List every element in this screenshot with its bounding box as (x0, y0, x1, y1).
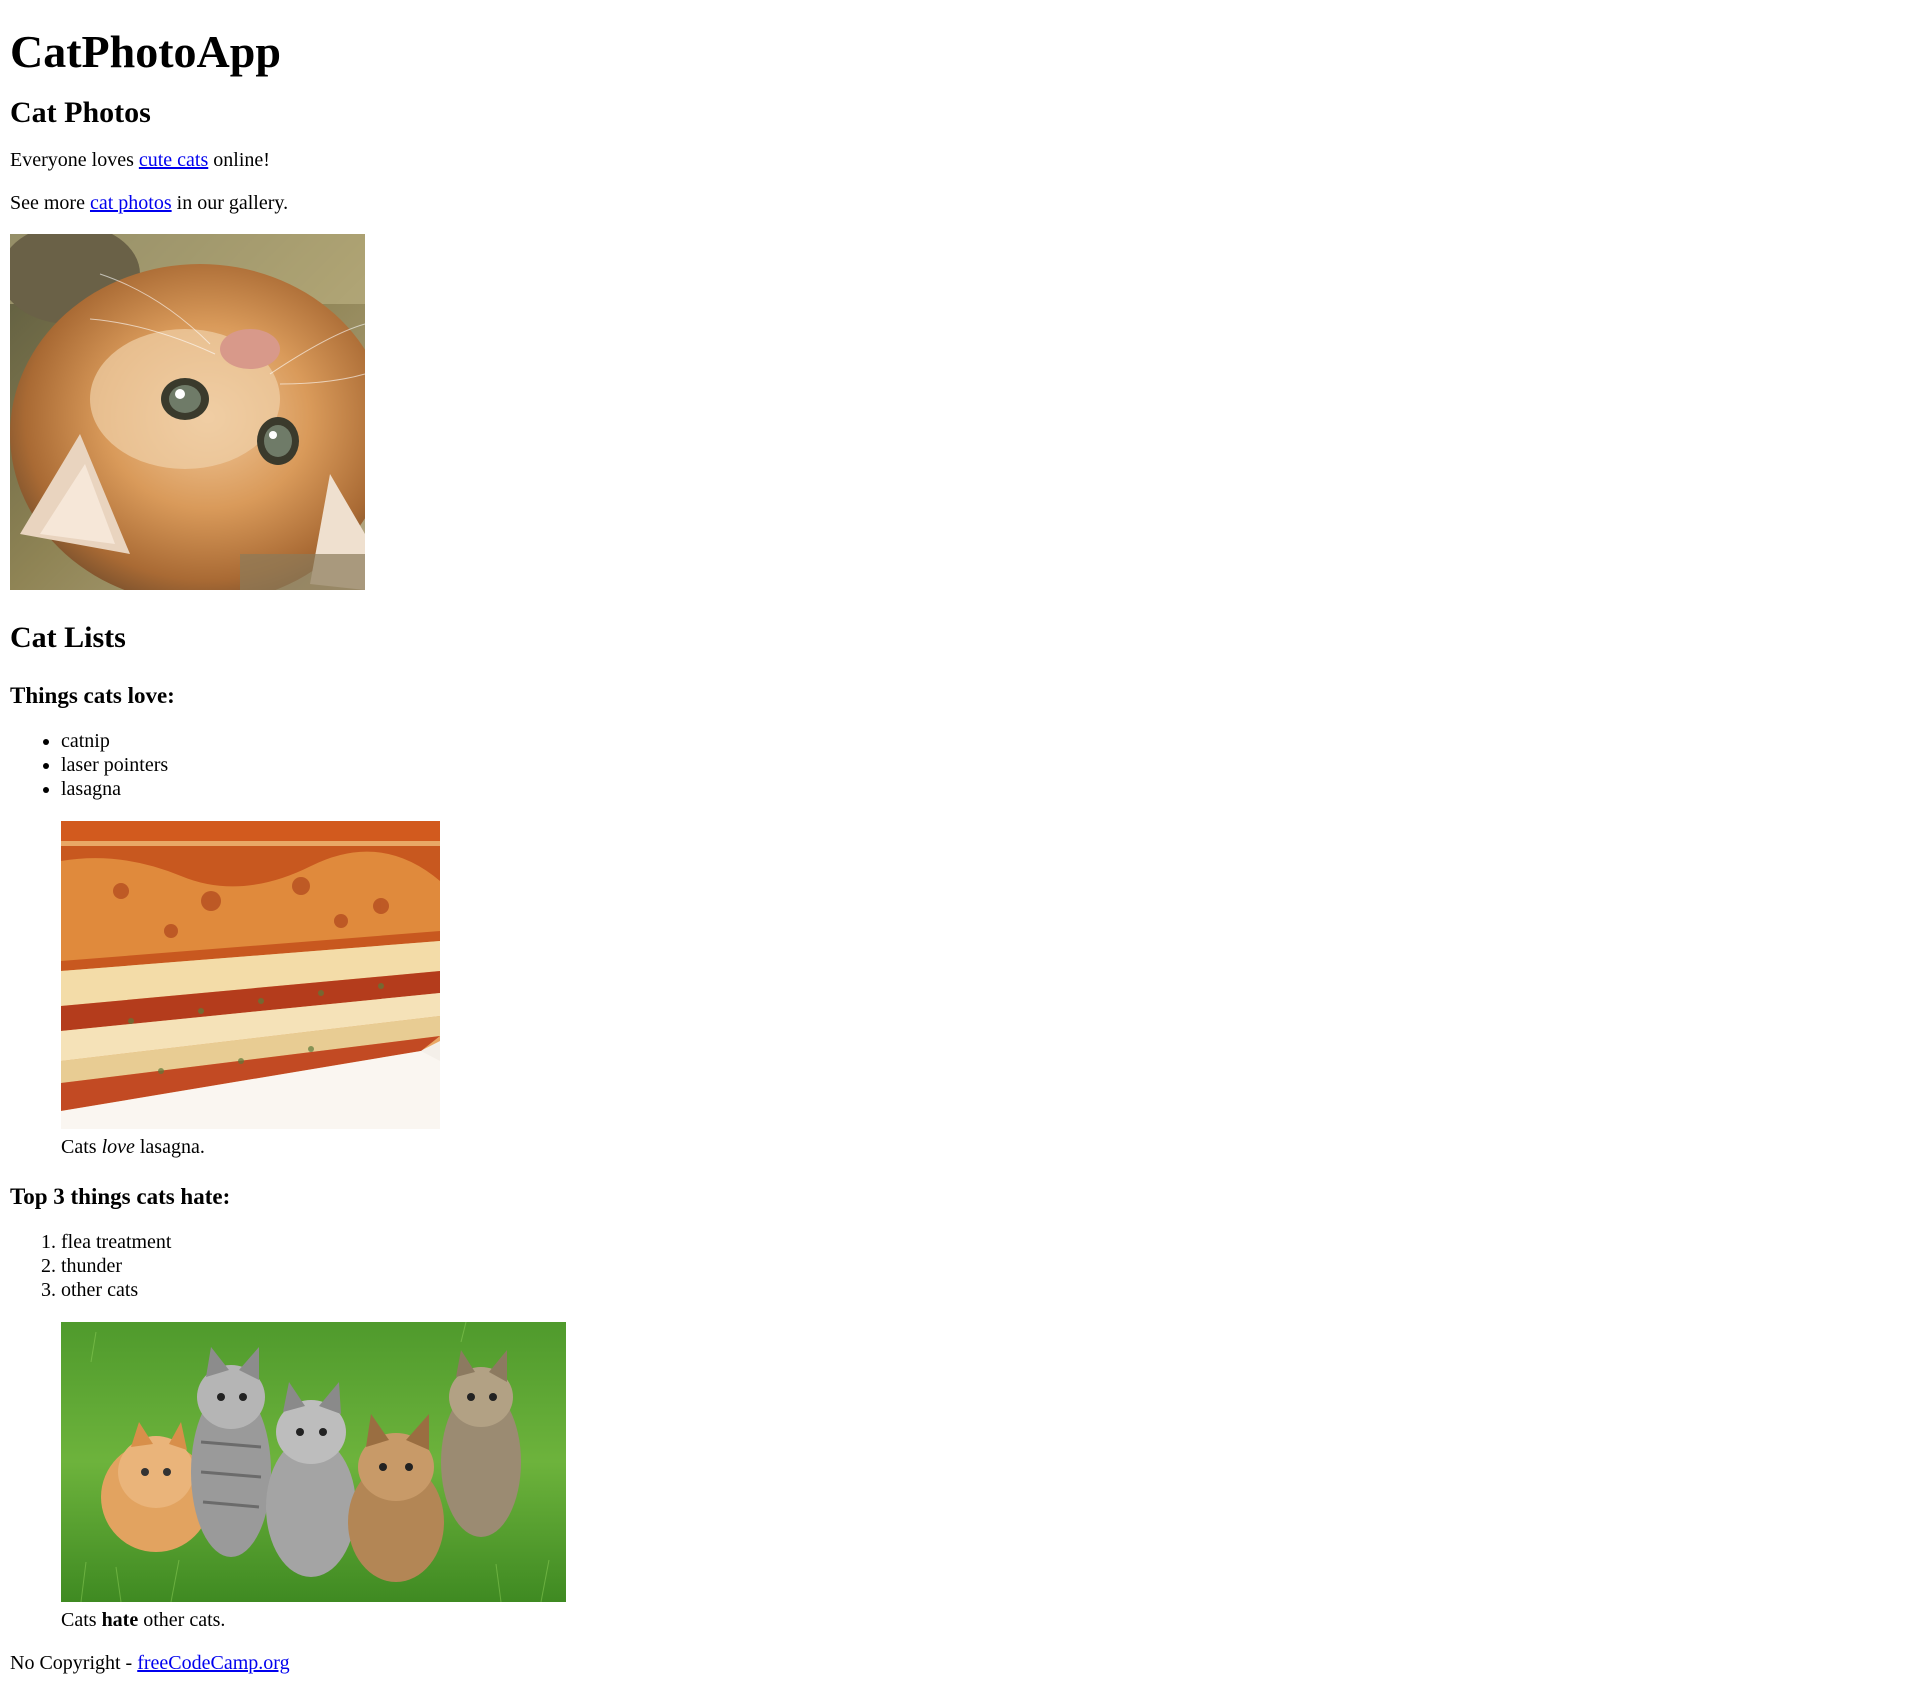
caption-strong: hate (101, 1609, 139, 1631)
cat-lists-section: Cat Lists Things cats love: catnip laser… (10, 621, 1920, 1632)
page-title: CatPhotoApp (10, 26, 281, 77)
lasagna-caption: Cats love lasagna. (61, 1135, 1920, 1159)
intro-paragraph: Everyone loves cute cats online! (10, 148, 1920, 172)
kitten-image-link[interactable] (10, 234, 365, 590)
kitten-photo (10, 234, 365, 590)
lasagna-figure: Cats love lasagna. (61, 821, 1920, 1159)
cats-figure: Cats hate other cats. (61, 1322, 1920, 1632)
footer: No Copyright - freeCodeCamp.org (10, 1651, 1920, 1675)
caption-text-after: other cats. (138, 1609, 226, 1631)
cat-photos-link[interactable]: cat photos (90, 192, 172, 214)
intro-text-before: Everyone loves (10, 149, 139, 171)
things-cats-love-list: catnip laser pointers lasagna (10, 729, 1920, 801)
footer-paragraph: No Copyright - freeCodeCamp.org (10, 1651, 1920, 1675)
list-item: lasagna (61, 777, 1920, 801)
caption-text-before: Cats (61, 1136, 102, 1158)
cat-photos-section: Cat Photos Everyone loves cute cats onli… (10, 96, 1920, 590)
caption-text-before: Cats (61, 1609, 102, 1631)
cat-photos-heading: Cat Photos (10, 96, 151, 129)
list-item: other cats (61, 1278, 1920, 1302)
list-item: laser pointers (61, 753, 1920, 777)
cute-cats-link[interactable]: cute cats (139, 149, 208, 171)
gallery-text-before: See more (10, 192, 90, 214)
cat-lists-heading: Cat Lists (10, 621, 126, 654)
footer-text: No Copyright - (10, 1652, 138, 1674)
gallery-text-after: in our gallery. (171, 192, 289, 214)
page: CatPhotoApp Cat Photos Everyone loves cu… (0, 0, 1920, 1688)
things-cats-hate-list: flea treatment thunder other cats (10, 1230, 1920, 1302)
caption-emphasis: love (101, 1136, 135, 1158)
main-content: CatPhotoApp Cat Photos Everyone loves cu… (10, 28, 1920, 1632)
list-item: thunder (61, 1254, 1920, 1278)
lasagna-photo (61, 821, 440, 1129)
things-cats-love-heading: Things cats love: (10, 683, 175, 708)
kittens-photo (61, 1322, 566, 1602)
cats-caption: Cats hate other cats. (61, 1608, 1920, 1632)
caption-text-after: lasagna. (134, 1136, 205, 1158)
freecodecamp-link[interactable]: freeCodeCamp.org (137, 1652, 289, 1674)
things-cats-hate-heading: Top 3 things cats hate: (10, 1184, 231, 1209)
list-item: flea treatment (61, 1230, 1920, 1254)
list-item: catnip (61, 729, 1920, 753)
intro-text-after: online! (208, 149, 270, 171)
gallery-paragraph: See more cat photos in our gallery. (10, 191, 1920, 215)
